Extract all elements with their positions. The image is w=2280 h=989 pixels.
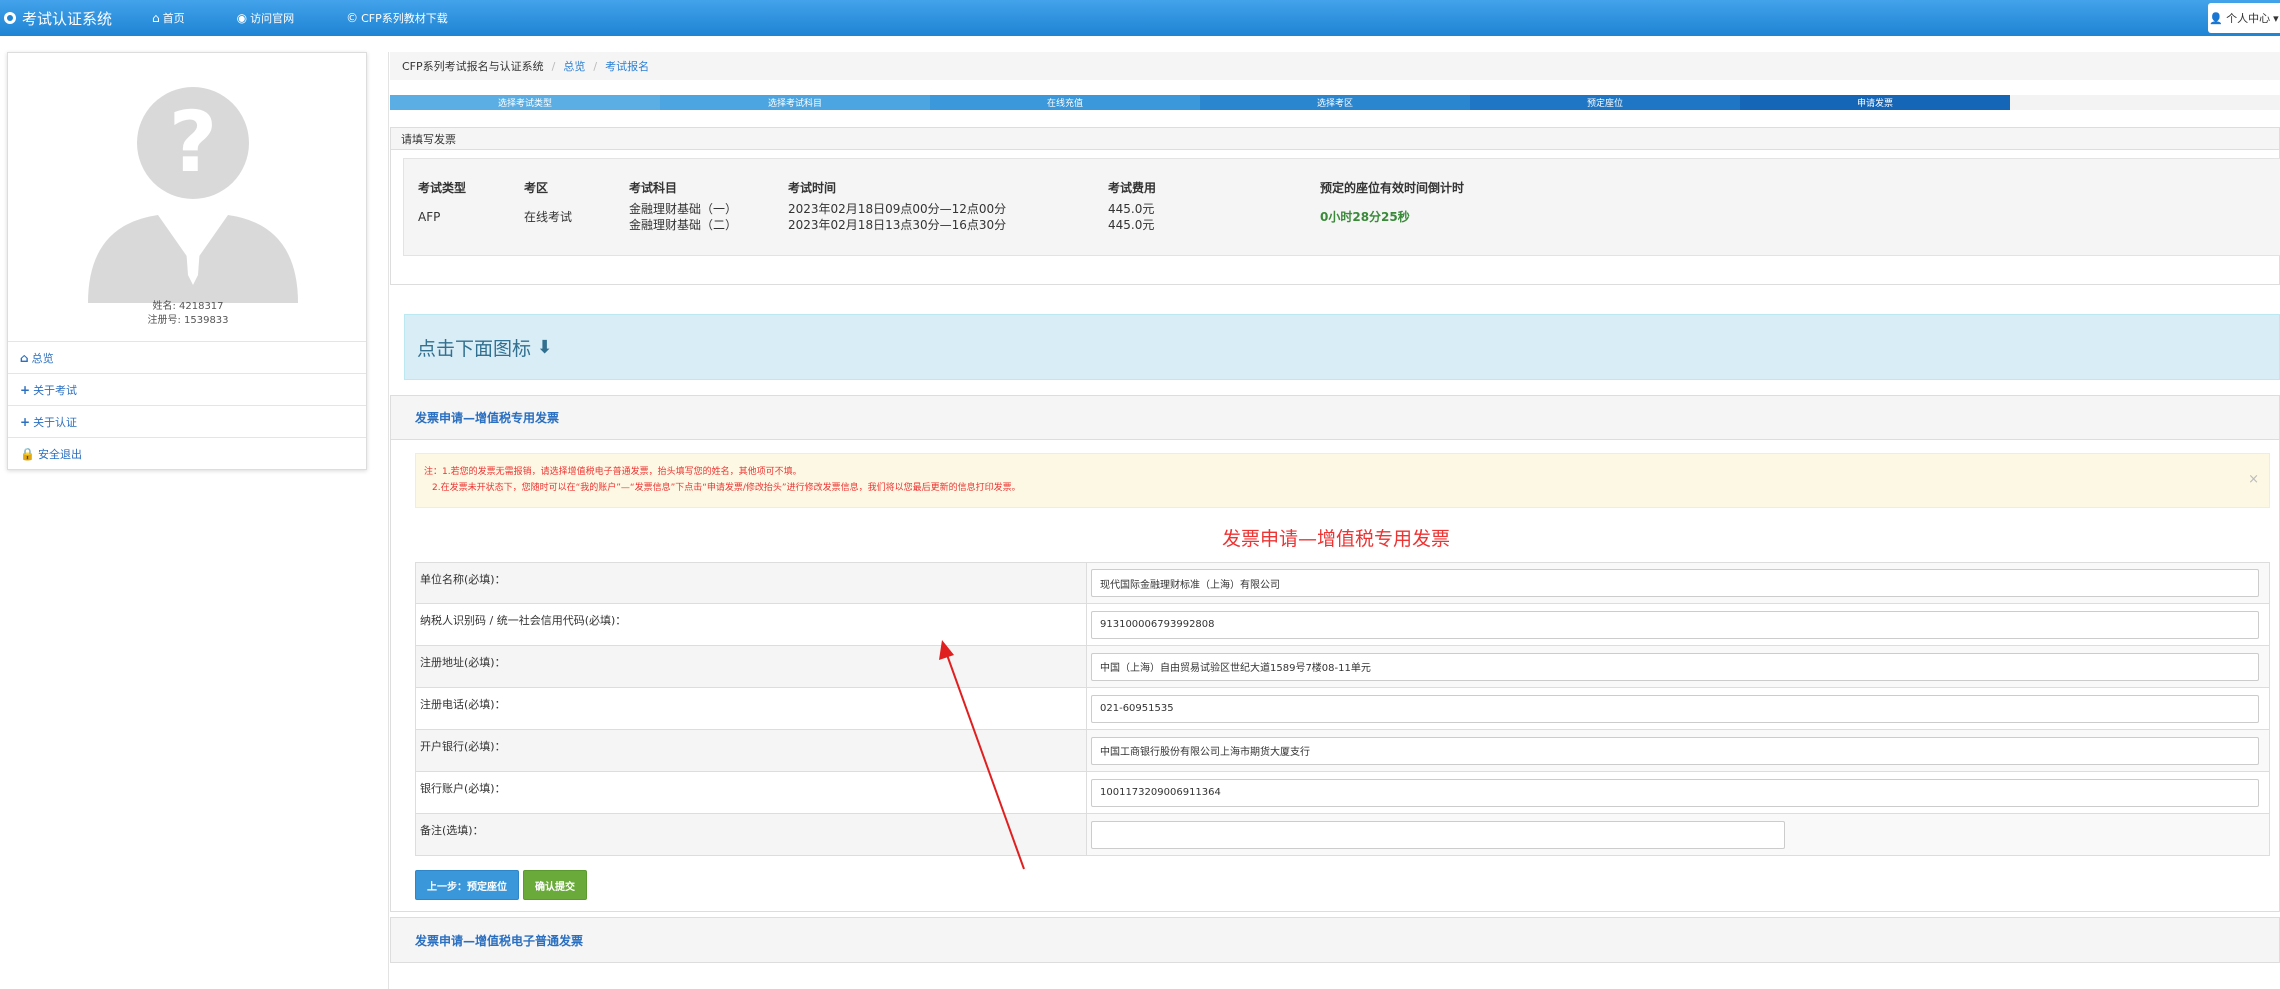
brand[interactable]: 考试认证系统 [0,8,142,29]
exam-summary-table: 考试类型 考区 考试科目 考试时间 考试费用 预定的座位有效时间倒计时 AFP … [403,158,2280,256]
svg-text:?: ? [169,93,218,191]
form-row-remark: 备注(选填)： [415,814,2270,856]
default-avatar-icon: ? [88,87,298,303]
vat-e-invoice-heading[interactable]: 发票申请—增值税电子普通发票 [390,917,2280,963]
step-seat-booking: 预定座位 [1470,95,1740,110]
col-header: 考试类型 [418,181,467,195]
user-name: 姓名: 4218317 [152,301,224,312]
field-label: 注册地址(必填)： [416,646,1087,687]
sidebar-item-logout[interactable]: 🔒 安全退出 [8,437,366,469]
caret-down-icon: ▾ [2273,11,2279,25]
bank-input[interactable]: 中国工商银行股份有限公司上海市期货大厦支行 [1091,736,2259,765]
exam-time-cell: 2023年02月18日09点00分—12点00分 2023年02月18日13点3… [788,202,1007,232]
user-reg-no: 注册号: 1539833 [147,315,229,326]
field-label: 注册电话(必填)： [416,688,1087,729]
invoice-fill-panel: 请填写发票 考试类型 考区 考试科目 考试时间 考试费用 预定的座位有效时间倒计… [390,127,2280,285]
user-menu-label: 个人中心 [2226,12,2271,25]
col-header: 考试科目 [629,181,678,195]
col-header: 预定的座位有效时间倒计时 [1320,181,1465,195]
field-label: 纳税人识别码 / 统一社会信用代码(必填)： [416,604,1087,645]
panel-heading: 请填写发票 [391,128,2279,150]
brand-title: 考试认证系统 [22,9,113,28]
form-row-company-name: 单位名称(必填)： 现代国际金融理财标准（上海）有限公司 [415,562,2270,604]
step-exam-subject: 选择考试科目 [660,95,930,110]
invoice-form: 单位名称(必填)： 现代国际金融理财标准（上海）有限公司 纳税人识别码 / 统一… [415,562,2270,856]
field-label: 备注(选填)： [416,814,1087,855]
remark-input[interactable] [1091,820,1785,849]
reg-address-input[interactable]: 中国（上海）自由贸易试验区世纪大道1589号7楼08-11单元 [1091,652,2259,681]
nav-official-site-label: 访问官网 [250,12,295,25]
arrow-down-icon: ⬇ [537,336,553,358]
home-icon: ⌂ [20,350,29,365]
sidebar-item-label: 关于认证 [33,415,78,429]
nav-home[interactable]: ⌂ 首页 [152,10,185,26]
sidebar-item-overview[interactable]: ⌂ 总览 [8,341,366,373]
prev-step-button[interactable]: 上一步：预定座位 [415,870,519,900]
nav-textbook-download-label: CFP系列教材下载 [361,12,448,25]
nav-official-site[interactable]: ◉ 访问官网 [237,10,294,26]
nav-home-label: 首页 [162,12,185,25]
exam-subject-cell: 金融理财基础（一） 金融理财基础（二） [629,202,738,232]
top-navbar: 考试认证系统 ⌂ 首页 ◉ 访问官网 © CFP系列教材下载 👤 个人中心 ▾ [0,0,2280,36]
copyright-icon: © [346,11,359,25]
sidebar-item-label: 总览 [31,351,54,365]
form-row-bank: 开户银行(必填)： 中国工商银行股份有限公司上海市期货大厦支行 [415,730,2270,772]
breadcrumb-overview[interactable]: 总览 [563,58,585,74]
tax-id-input[interactable]: 913100006793992808 [1091,610,2259,639]
col-header: 考试时间 [788,181,837,195]
breadcrumb: CFP系列考试报名与认证系统 / 总览 / 考试报名 [390,52,2280,80]
seat-countdown: 0小时28分25秒 [1320,210,1410,224]
field-label: 单位名称(必填)： [416,563,1087,603]
click-hint-banner: 点击下面图标 ⬇ [404,314,2280,380]
breadcrumb-root: CFP系列考试报名与认证系统 [402,60,544,73]
step-exam-area: 选择考区 [1200,95,1470,110]
user-icon: 👤 [2209,11,2224,25]
field-label: 银行账户(必填)： [416,772,1087,813]
form-actions: 上一步：预定座位 确认提交 [415,870,587,900]
step-online-recharge: 在线充值 [930,95,1200,110]
col-header: 考试费用 [1108,181,1157,195]
reg-phone-input[interactable]: 021-60951535 [1091,694,2259,723]
sidebar-item-about-exam[interactable]: + 关于考试 [8,373,366,405]
form-title: 发票申请—增值税专用发票 [1221,528,1450,550]
sidebar-menu: ⌂ 总览 + 关于考试 + 关于认证 🔒 安全退出 [8,341,366,469]
field-label: 开户银行(必填)： [416,730,1087,771]
form-row-tax-id: 纳税人识别码 / 统一社会信用代码(必填)： 91310000679399280… [415,604,2270,646]
exam-type-cell: AFP [418,210,441,224]
exam-fee-cell: 445.0元 445.0元 [1108,202,1155,232]
notice-line-1: 注：1.若您的发票无需报销，请选择增值税电子普通发票，抬头填写您的姓名，其他项可… [424,467,802,477]
breadcrumb-exam-registration[interactable]: 考试报名 [605,58,649,74]
form-row-reg-address: 注册地址(必填)： 中国（上海）自由贸易试验区世纪大道1589号7楼08-11单… [415,646,2270,688]
form-row-bank-account: 银行账户(必填)： 1001173209006911364 [415,772,2270,814]
main-divider [388,52,389,989]
vat-special-invoice-panel: 发票申请—增值税专用发票 注：1.若您的发票无需报销，请选择增值税电子普通发票，… [390,395,2280,912]
sidebar-item-label: 安全退出 [37,447,82,461]
sidebar-item-label: 关于考试 [33,383,78,397]
home-icon: ⌂ [152,11,160,25]
notice-line-2: 2.在发票未开状态下，您随时可以在“我的账户”—“发票信息”下点击“申请发票/修… [432,483,1021,493]
vat-special-invoice-heading[interactable]: 发票申请—增值税专用发票 [391,396,2279,440]
nav-textbook-download[interactable]: © CFP系列教材下载 [346,10,448,26]
user-menu[interactable]: 👤 个人中心 ▾ [2208,3,2280,33]
sidebar: ? 姓名: 4218317 注册号: 1539833 ⌂ 总览 + 关于考试 +… [7,52,367,470]
click-hint-text: 点击下面图标 [417,337,532,360]
form-row-reg-phone: 注册电话(必填)： 021-60951535 [415,688,2270,730]
sidebar-item-about-cert[interactable]: + 关于认证 [8,405,366,437]
globe-icon [4,12,16,24]
bank-account-input[interactable]: 1001173209006911364 [1091,778,2259,807]
step-exam-type: 选择考试类型 [390,95,660,110]
company-name-input[interactable]: 现代国际金融理财标准（上海）有限公司 [1091,569,2259,597]
progress-steps: 选择考试类型 选择考试科目 在线充值 选择考区 预定座位 申请发票 [390,95,2280,110]
plus-icon: + [20,382,31,397]
notice-alert: 注：1.若您的发票无需报销，请选择增值税电子普通发票，抬头填写您的姓名，其他项可… [415,453,2270,508]
close-icon[interactable]: × [2248,472,2259,488]
exam-area-cell: 在线考试 [524,210,573,224]
globe-icon: ◉ [236,11,248,25]
lock-icon: 🔒 [20,446,35,461]
step-apply-invoice: 申请发票 [1740,95,2010,110]
confirm-submit-button[interactable]: 确认提交 [523,870,587,900]
plus-icon: + [20,414,31,429]
col-header: 考区 [524,181,549,195]
